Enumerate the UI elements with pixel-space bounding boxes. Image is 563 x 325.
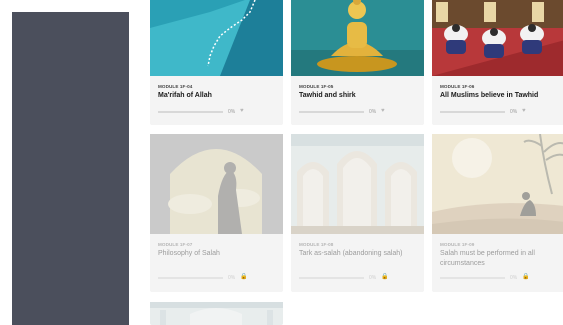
module-title: All Muslims believe in Tawhid [440,92,539,99]
progress-row: 0% ♥ [158,108,275,116]
module-card-1f-09[interactable]: MODULE 1F-09 Salah must be performed in … [432,134,563,292]
buddha-statue-image [291,0,424,76]
progress-row: 0% 🔒 [440,274,557,282]
desert-prayer-image [432,134,563,234]
heart-icon[interactable]: ♥ [381,107,385,115]
heart-icon[interactable]: ♥ [240,107,244,115]
module-grid: MODULE 1F-04 Ma'rifah of Allah 0% ♥ MODU… [0,0,563,325]
module-title: Tark as-salah (abandoning salah) [299,250,403,257]
progress-bar [440,111,505,113]
module-code: MODULE 1F-06 [440,84,475,89]
heart-icon[interactable]: ♥ [522,107,526,115]
module-card-partial[interactable] [150,302,283,325]
progress-percent: 0% [228,275,236,281]
module-code: MODULE 1F-05 [299,84,334,89]
module-card-1f-04[interactable]: MODULE 1F-04 Ma'rifah of Allah 0% ♥ [150,0,283,125]
mosque-arches-image [291,134,424,234]
lock-icon: 🔒 [240,274,248,280]
module-card-1f-07[interactable]: MODULE 1F-07 Philosophy of Salah 0% 🔒 [150,134,283,292]
lock-icon: 🔒 [381,274,389,280]
module-code: MODULE 1F-07 [158,242,193,247]
module-title: Tawhid and shirk [299,92,356,99]
progress-percent: 0% [369,275,377,281]
people-praying-image [432,0,563,76]
progress-bar [299,111,364,113]
lock-icon: 🔒 [522,274,530,280]
progress-percent: 0% [510,275,518,281]
module-code: MODULE 1F-08 [299,242,334,247]
progress-row: 0% ♥ [440,108,557,116]
mountain-path-image [150,0,283,76]
progress-bar [440,277,505,279]
mosque-interior-image [150,302,283,325]
progress-row: 0% 🔒 [158,274,275,282]
progress-percent: 0% [510,109,518,115]
progress-bar [158,277,223,279]
module-title: Salah must be performed in all circumsta… [440,250,535,267]
progress-percent: 0% [369,109,377,115]
module-card-1f-05[interactable]: MODULE 1F-05 Tawhid and shirk 0% ♥ [291,0,424,125]
module-title: Philosophy of Salah [158,250,220,257]
progress-row: 0% ♥ [299,108,416,116]
progress-bar [158,111,223,113]
praying-woman-image [150,134,283,234]
module-card-1f-06[interactable]: MODULE 1F-06 All Muslims believe in Tawh… [432,0,563,125]
module-code: MODULE 1F-09 [440,242,475,247]
progress-bar [299,277,364,279]
module-title: Ma'rifah of Allah [158,92,212,99]
module-card-1f-08[interactable]: MODULE 1F-08 Tark as-salah (abandoning s… [291,134,424,292]
module-code: MODULE 1F-04 [158,84,193,89]
progress-percent: 0% [228,109,236,115]
progress-row: 0% 🔒 [299,274,416,282]
